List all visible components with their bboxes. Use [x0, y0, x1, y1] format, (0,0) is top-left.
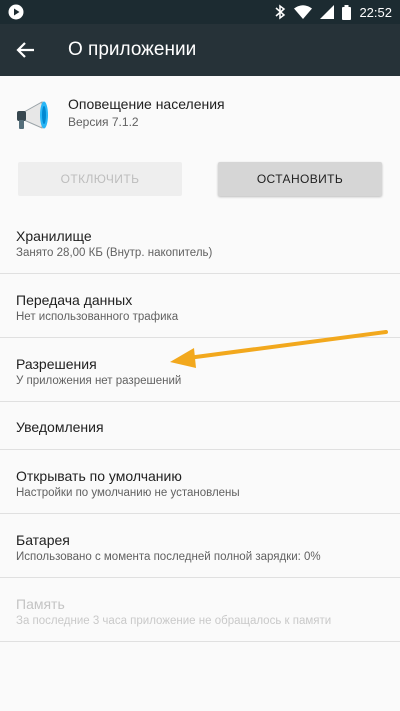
- settings-list: Хранилище Занято 28,00 КБ (Внутр. накопи…: [0, 210, 400, 642]
- setting-subtitle: Занято 28,00 КБ (Внутр. накопитель): [16, 247, 213, 259]
- disable-button[interactable]: ОТКЛЮЧИТЬ: [18, 162, 182, 196]
- setting-title: Передача данных: [16, 292, 133, 308]
- status-time: 22:52: [359, 4, 392, 20]
- setting-title: Память: [16, 596, 65, 612]
- setting-title: Разрешения: [16, 356, 97, 372]
- setting-permissions[interactable]: Разрешения У приложения нет разрешений: [0, 338, 400, 402]
- app-version: Версия 7.1.2: [68, 115, 139, 129]
- play-icon: [8, 4, 24, 20]
- setting-title: Батарея: [16, 532, 70, 548]
- setting-subtitle: Настройки по умолчанию не установлены: [16, 487, 240, 499]
- setting-memory: Память За последние 3 часа приложение не…: [0, 578, 400, 642]
- setting-title: Хранилище: [16, 228, 92, 244]
- app-name: Оповещение населения: [68, 96, 225, 112]
- setting-open-by-default[interactable]: Открывать по умолчанию Настройки по умол…: [0, 450, 400, 514]
- setting-title: Открывать по умолчанию: [16, 468, 182, 484]
- setting-storage[interactable]: Хранилище Занято 28,00 КБ (Внутр. накопи…: [0, 210, 400, 274]
- setting-data-usage[interactable]: Передача данных Нет использованного траф…: [0, 274, 400, 338]
- setting-subtitle: У приложения нет разрешений: [16, 375, 182, 387]
- setting-notifications[interactable]: Уведомления: [0, 402, 400, 450]
- stop-button[interactable]: ОСТАНОВИТЬ: [218, 162, 382, 196]
- app-bar: О приложении: [0, 24, 400, 76]
- setting-subtitle: Использовано с момента последней полной …: [16, 551, 321, 563]
- status-bar: 22:52: [0, 0, 400, 24]
- setting-battery[interactable]: Батарея Использовано с момента последней…: [0, 514, 400, 578]
- app-header: Оповещение населения Версия 7.1.2: [0, 76, 400, 156]
- setting-subtitle: Нет использованного трафика: [16, 311, 179, 323]
- page-title: О приложении: [68, 39, 197, 60]
- wifi-icon: [294, 5, 313, 19]
- setting-title: Уведомления: [16, 419, 104, 435]
- battery-icon: [342, 4, 352, 20]
- setting-subtitle: За последние 3 часа приложение не обраща…: [16, 615, 332, 627]
- signal-icon: [320, 5, 335, 19]
- arrow-back-icon: [16, 42, 34, 58]
- bluetooth-icon: [274, 4, 286, 20]
- megaphone-icon: [14, 98, 54, 134]
- back-button[interactable]: [10, 34, 42, 66]
